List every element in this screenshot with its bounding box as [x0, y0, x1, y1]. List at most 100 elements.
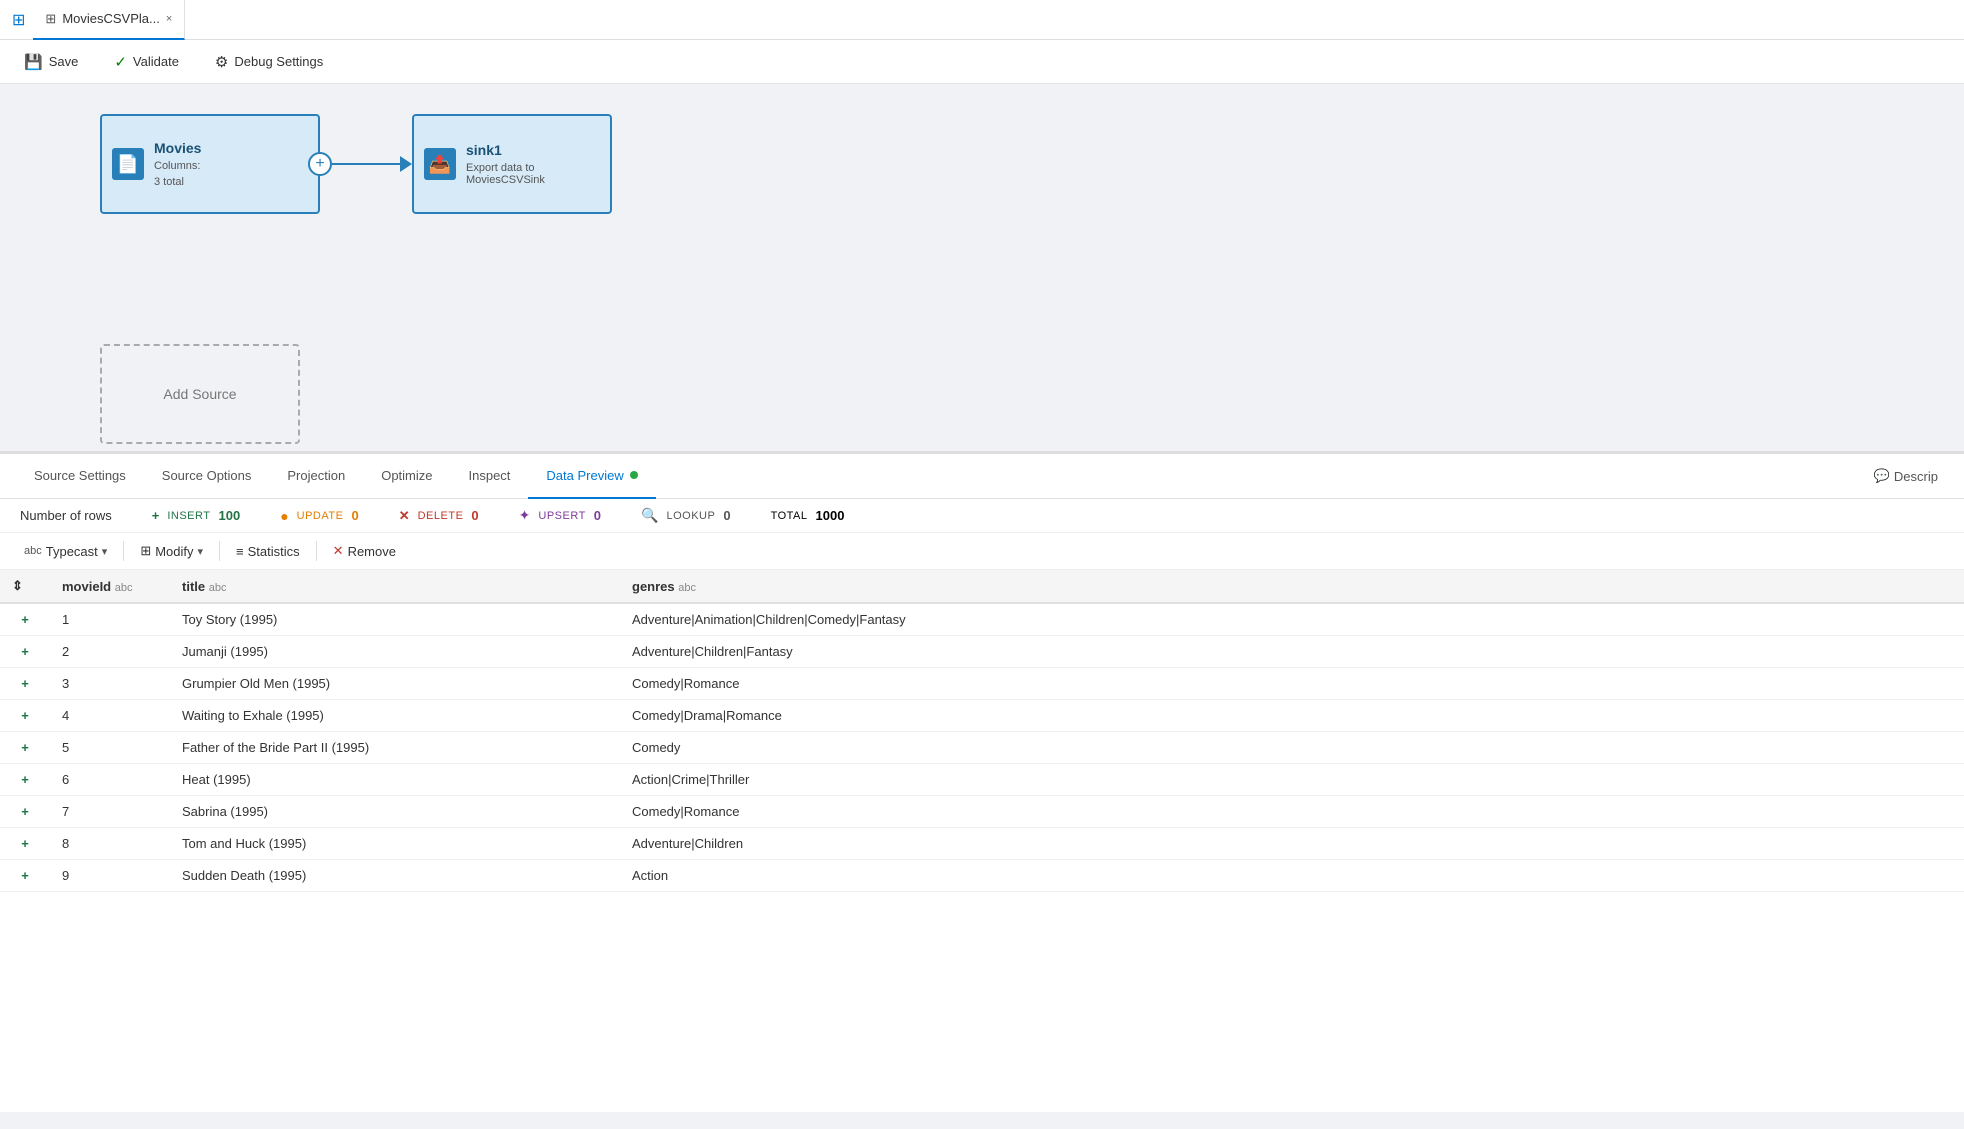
tab-optimize[interactable]: Optimize — [363, 454, 450, 499]
typecast-chevron-icon: ▾ — [102, 545, 108, 558]
arrow-head — [400, 156, 412, 172]
modify-chevron-icon: ▾ — [198, 545, 204, 558]
lookup-label: LOOKUP — [666, 510, 715, 522]
sep-1 — [123, 541, 124, 561]
sink-title: sink1 — [466, 142, 600, 158]
save-button[interactable]: 💾 Save — [16, 49, 86, 75]
insert-plus-icon: + — [152, 508, 160, 523]
table-row: +2Jumanji (1995)Adventure|Children|Fanta… — [0, 636, 1964, 668]
row-add-button[interactable]: + — [0, 700, 50, 732]
cell-genres: Comedy|Drama|Romance — [620, 700, 1964, 732]
cell-title: Grumpier Old Men (1995) — [170, 668, 620, 700]
table-row: +1Toy Story (1995)Adventure|Animation|Ch… — [0, 603, 1964, 636]
lookup-value: 0 — [723, 508, 730, 523]
tab-inspect-label: Inspect — [469, 468, 511, 483]
cell-title: Sudden Death (1995) — [170, 860, 620, 892]
rows-label: Number of rows — [20, 508, 112, 523]
insert-label: INSERT — [167, 510, 210, 522]
debug-label: Debug Settings — [234, 54, 323, 69]
tab-inspect[interactable]: Inspect — [451, 454, 529, 499]
row-add-button[interactable]: + — [0, 828, 50, 860]
row-add-button[interactable]: + — [0, 636, 50, 668]
row-add-button[interactable]: + — [0, 732, 50, 764]
table-row: +7Sabrina (1995)Comedy|Romance — [0, 796, 1964, 828]
add-source-button[interactable]: Add Source — [100, 344, 300, 444]
cell-title: Toy Story (1995) — [170, 603, 620, 636]
row-add-button[interactable]: + — [0, 860, 50, 892]
upsert-label: UPSERT — [538, 510, 585, 522]
modify-label: Modify — [155, 544, 193, 559]
total-value: 1000 — [816, 508, 845, 523]
remove-button[interactable]: ✕ Remove — [325, 539, 404, 563]
row-add-button[interactable]: + — [0, 796, 50, 828]
update-dot-icon: ● — [280, 508, 288, 524]
tab-projection-label: Projection — [287, 468, 345, 483]
update-item: ● UPDATE 0 — [280, 508, 359, 524]
sink-node[interactable]: 📤 sink1 Export data to MoviesCSVSink — [412, 114, 612, 214]
table-row: +4Waiting to Exhale (1995)Comedy|Drama|R… — [0, 700, 1964, 732]
cell-genres: Adventure|Children — [620, 828, 1964, 860]
statistics-button[interactable]: ≡ Statistics — [228, 540, 308, 563]
typecast-button[interactable]: abc Typecast ▾ — [16, 540, 115, 563]
source-node[interactable]: 📄 Movies Columns: 3 total + — [100, 114, 320, 214]
tab-source-settings-label: Source Settings — [34, 468, 126, 483]
data-toolbar: abc Typecast ▾ ⊞ Modify ▾ ≡ Statistics ✕… — [0, 533, 1964, 570]
col-action-header: ⇕ — [0, 570, 50, 603]
cell-movieid: 3 — [50, 668, 170, 700]
cell-title: Waiting to Exhale (1995) — [170, 700, 620, 732]
tab-close[interactable]: × — [166, 13, 172, 25]
source-title: Movies — [154, 140, 308, 156]
tab-title: MoviesCSVPla... — [62, 11, 160, 26]
cell-genres: Action|Crime|Thriller — [620, 764, 1964, 796]
table-row: +3Grumpier Old Men (1995)Comedy|Romance — [0, 668, 1964, 700]
cell-genres: Adventure|Animation|Children|Comedy|Fant… — [620, 603, 1964, 636]
cell-movieid: 9 — [50, 860, 170, 892]
row-add-button[interactable]: + — [0, 668, 50, 700]
statistics-icon: ≡ — [236, 544, 244, 559]
row-add-button[interactable]: + — [0, 764, 50, 796]
tab-source-options[interactable]: Source Options — [144, 454, 270, 499]
tab-source-settings[interactable]: Source Settings — [16, 454, 144, 499]
tab-bar: Source Settings Source Options Projectio… — [0, 454, 1964, 499]
tab-data-preview-label: Data Preview — [546, 468, 623, 483]
add-source-label: Add Source — [163, 386, 236, 402]
cell-title: Father of the Bride Part II (1995) — [170, 732, 620, 764]
flow-arrow — [320, 156, 412, 172]
sink-description: Export data to MoviesCSVSink — [466, 162, 600, 186]
cell-title: Tom and Huck (1995) — [170, 828, 620, 860]
describe-button[interactable]: 💬 Descrip — [1864, 464, 1948, 488]
sort-icon[interactable]: ⇕ — [12, 578, 23, 593]
modify-icon: ⊞ — [140, 543, 151, 559]
arrow-line — [320, 163, 400, 165]
cell-movieid: 7 — [50, 796, 170, 828]
statistics-label: Statistics — [248, 544, 300, 559]
cell-movieid: 4 — [50, 700, 170, 732]
upsert-icon: ✦ — [519, 507, 531, 524]
cell-title: Sabrina (1995) — [170, 796, 620, 828]
source-columns-value: 3 total — [154, 176, 308, 188]
validate-button[interactable]: ✓ Validate — [106, 49, 187, 75]
bottom-panel: Source Settings Source Options Projectio… — [0, 454, 1964, 1112]
debug-button[interactable]: ⚙ Debug Settings — [207, 49, 331, 75]
modify-button[interactable]: ⊞ Modify ▾ — [132, 539, 211, 563]
genres-type-label: abc — [678, 582, 696, 594]
delete-x-icon: ✕ — [399, 508, 410, 524]
save-label: Save — [49, 54, 79, 69]
delete-label: DELETE — [418, 510, 464, 522]
data-table-container[interactable]: ⇕ movieId abc title abc genres abc +1Toy… — [0, 570, 1964, 1112]
active-tab[interactable]: ⊞ MoviesCSVPla... × — [33, 0, 185, 40]
data-preview-status-dot — [630, 471, 638, 479]
movieid-type-label: abc — [115, 582, 133, 594]
row-add-button[interactable]: + — [0, 603, 50, 636]
table-row: +8Tom and Huck (1995)Adventure|Children — [0, 828, 1964, 860]
sep-3 — [316, 541, 317, 561]
save-icon: 💾 — [24, 53, 43, 71]
cell-movieid: 6 — [50, 764, 170, 796]
cell-genres: Comedy|Romance — [620, 668, 1964, 700]
lookup-icon: 🔍 — [641, 507, 658, 524]
tab-data-preview[interactable]: Data Preview — [528, 454, 655, 499]
node-plus-button[interactable]: + — [308, 152, 332, 176]
source-icon: 📄 — [112, 148, 144, 180]
tab-projection[interactable]: Projection — [269, 454, 363, 499]
remove-label: Remove — [348, 544, 396, 559]
